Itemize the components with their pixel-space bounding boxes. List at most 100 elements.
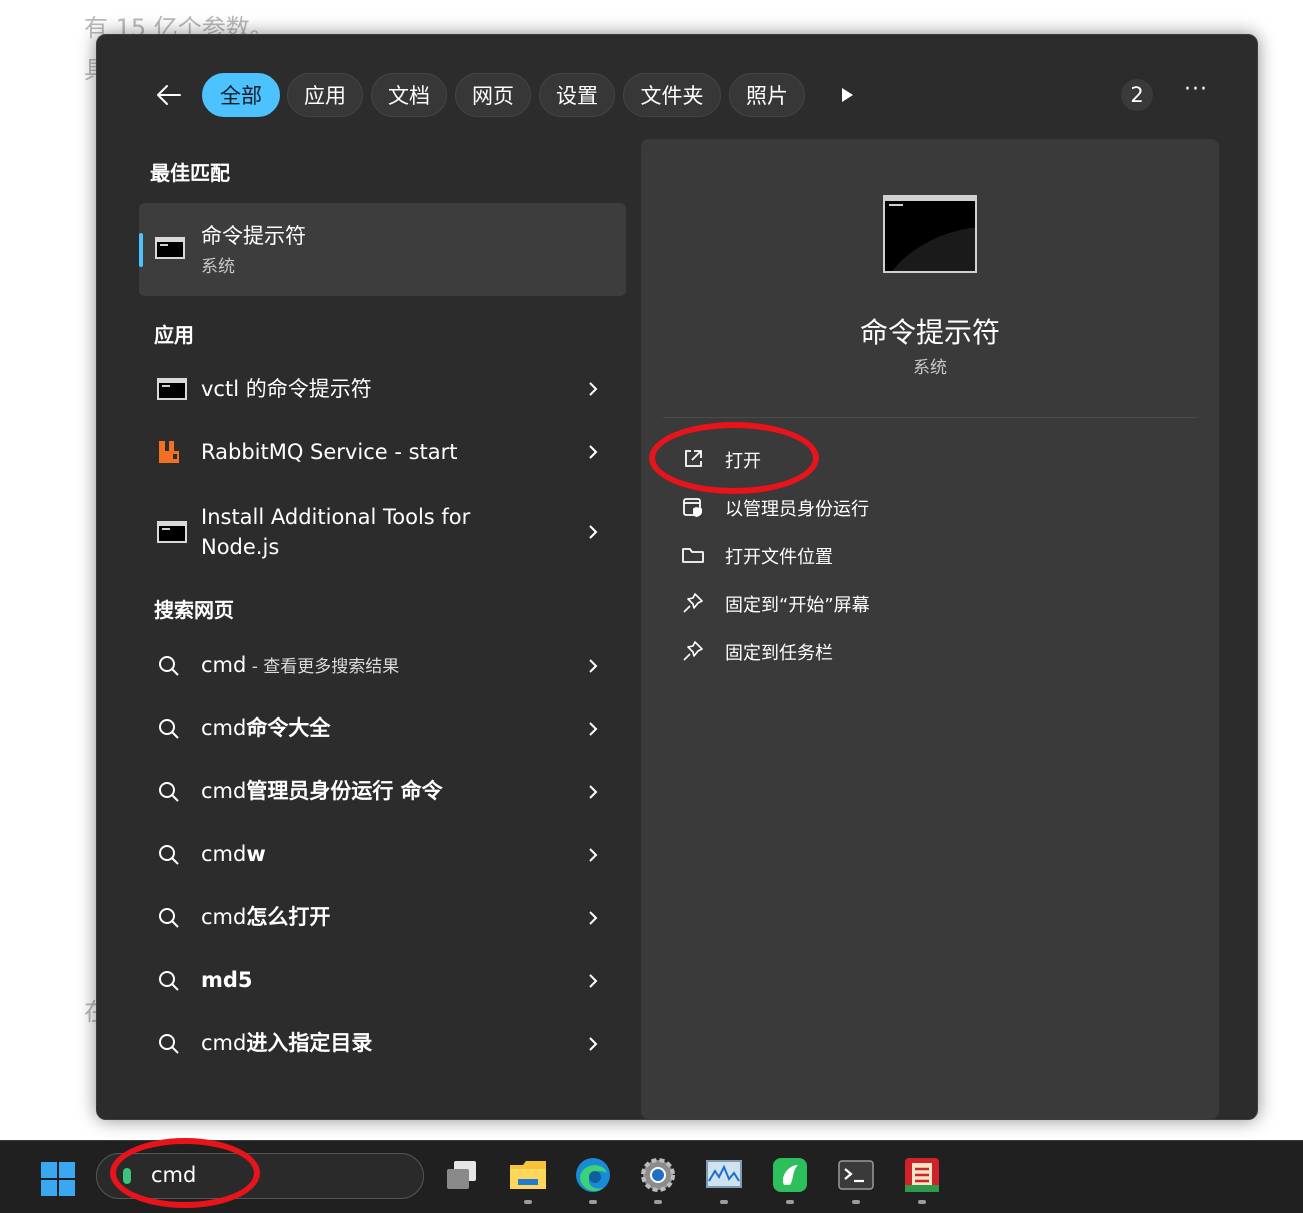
web-result[interactable]: cmd - 查看更多搜索结果 — [139, 638, 626, 694]
cmd-icon — [157, 378, 187, 400]
arrow-left-icon — [157, 85, 181, 105]
rewards-badge[interactable]: 2 — [1121, 79, 1153, 111]
running-indicator — [852, 1200, 860, 1204]
app-result-vctl[interactable]: vctl 的命令提示符 — [139, 361, 626, 417]
action-label: 固定到任务栏 — [725, 643, 833, 664]
search-icon — [159, 1034, 179, 1054]
chevron-right-icon[interactable] — [586, 657, 600, 675]
play-icon — [842, 88, 853, 102]
cmd-icon — [157, 521, 187, 543]
running-indicator — [654, 1200, 662, 1204]
web-result[interactable]: cmdw — [139, 827, 626, 883]
search-icon — [159, 971, 179, 991]
pin-icon — [683, 593, 703, 613]
chevron-right-icon[interactable] — [586, 783, 600, 801]
chevron-right-icon[interactable] — [586, 720, 600, 738]
back-button[interactable] — [149, 75, 189, 115]
section-heading-best-match: 最佳匹配 — [150, 161, 230, 185]
app-red-icon[interactable] — [902, 1155, 942, 1195]
best-match-title: 命令提示符 — [201, 224, 306, 248]
app-green-icon[interactable] — [770, 1155, 810, 1195]
taskbar-search-input[interactable]: cmd — [96, 1153, 424, 1199]
running-indicator — [786, 1200, 794, 1204]
tab-apps[interactable]: 应用 — [287, 73, 363, 117]
more-options-button[interactable]: ··· — [1181, 79, 1211, 109]
web-result-label: cmdw — [201, 842, 266, 866]
command-prompt-icon — [155, 237, 185, 259]
edge-icon[interactable] — [573, 1155, 613, 1195]
running-indicator — [589, 1200, 597, 1204]
open-external-icon — [685, 450, 702, 467]
web-result[interactable]: cmd命令大全 — [139, 701, 626, 757]
web-result-label: cmd管理员身份运行 命令 — [201, 779, 443, 803]
action-label: 打开文件位置 — [725, 547, 833, 568]
best-match-item[interactable]: 命令提示符 系统 — [139, 203, 626, 296]
app-result-rabbitmq[interactable]: RabbitMQ Service - start — [139, 424, 626, 480]
action-open-file-location[interactable]: 打开文件位置 — [681, 537, 1081, 573]
chevron-right-icon[interactable] — [586, 443, 600, 461]
web-result-label: cmd进入指定目录 — [201, 1031, 373, 1055]
action-pin-to-taskbar[interactable]: 固定到任务栏 — [681, 633, 1081, 669]
action-open[interactable]: 打开 — [681, 441, 1081, 477]
search-icon — [159, 719, 179, 739]
divider — [663, 417, 1197, 418]
search-logo-icon — [123, 1168, 131, 1184]
app-result-label: RabbitMQ Service - start — [201, 440, 458, 464]
web-result[interactable]: cmd管理员身份运行 命令 — [139, 764, 626, 820]
tab-folders[interactable]: 文件夹 — [623, 73, 721, 117]
web-result-label: cmd怎么打开 — [201, 905, 331, 929]
action-pin-to-start[interactable]: 固定到“开始”屏幕 — [681, 585, 1081, 621]
action-label: 以管理员身份运行 — [725, 499, 869, 520]
web-result[interactable]: md5 — [139, 953, 626, 1009]
chevron-right-icon[interactable] — [586, 846, 600, 864]
chevron-right-icon[interactable] — [586, 523, 600, 541]
tab-photos[interactable]: 照片 — [729, 73, 805, 117]
section-heading-web: 搜索网页 — [154, 598, 234, 622]
chevron-right-icon[interactable] — [586, 1035, 600, 1053]
pin-icon — [683, 641, 703, 661]
tab-all[interactable]: 全部 — [202, 73, 280, 117]
running-indicator — [524, 1200, 532, 1204]
web-result-label: cmd - 查看更多搜索结果 — [201, 653, 400, 677]
search-value: cmd — [151, 1163, 197, 1187]
web-result[interactable]: cmd进入指定目录 — [139, 1016, 626, 1072]
task-view-icon[interactable] — [442, 1155, 482, 1195]
settings-icon[interactable] — [638, 1155, 678, 1195]
chevron-right-icon[interactable] — [586, 909, 600, 927]
action-label: 固定到“开始”屏幕 — [725, 595, 870, 616]
selection-indicator — [139, 233, 143, 267]
search-icon — [159, 908, 179, 928]
running-indicator — [720, 1200, 728, 1204]
app-result-label: Install Additional Tools for Node.js — [201, 505, 471, 559]
section-heading-apps: 应用 — [154, 323, 194, 347]
detail-pane: 命令提示符 系统 打开 以管理员身份运行 打开文件位置 固定到“开始”屏幕 固定… — [641, 139, 1219, 1119]
tab-web[interactable]: 网页 — [455, 73, 531, 117]
search-icon — [159, 656, 179, 676]
app-result-node-tools[interactable]: Install Additional Tools for Node.js — [139, 487, 626, 577]
folder-icon — [682, 548, 704, 563]
detail-title: 命令提示符 — [859, 316, 1000, 349]
terminal-icon[interactable] — [836, 1155, 876, 1195]
detail-subtitle: 系统 — [913, 358, 947, 378]
tab-documents[interactable]: 文档 — [371, 73, 447, 117]
rabbitmq-icon — [159, 441, 179, 463]
action-run-as-admin[interactable]: 以管理员身份运行 — [681, 489, 1081, 525]
more-tabs-button[interactable] — [837, 85, 857, 105]
resource-monitor-icon[interactable] — [704, 1155, 744, 1195]
running-indicator — [918, 1200, 926, 1204]
search-icon — [159, 845, 179, 865]
app-result-label: vctl 的命令提示符 — [201, 377, 372, 401]
chevron-right-icon[interactable] — [586, 972, 600, 990]
web-result-label: md5 — [201, 968, 253, 992]
windows-start-icon[interactable] — [40, 1161, 76, 1197]
tab-settings[interactable]: 设置 — [539, 73, 615, 117]
chevron-right-icon[interactable] — [586, 380, 600, 398]
command-prompt-large-icon — [883, 195, 977, 273]
best-match-subtitle: 系统 — [201, 257, 235, 277]
filter-bar: 全部 应用 文档 网页 设置 文件夹 照片 2 ··· — [97, 35, 1257, 145]
web-result[interactable]: cmd怎么打开 — [139, 890, 626, 946]
web-result-label: cmd命令大全 — [201, 716, 331, 740]
file-explorer-icon[interactable] — [508, 1155, 548, 1195]
search-flyout: 全部 应用 文档 网页 设置 文件夹 照片 2 ··· 最佳匹配 命令提示符 系… — [96, 34, 1258, 1120]
taskbar: cmd — [0, 1140, 1303, 1213]
